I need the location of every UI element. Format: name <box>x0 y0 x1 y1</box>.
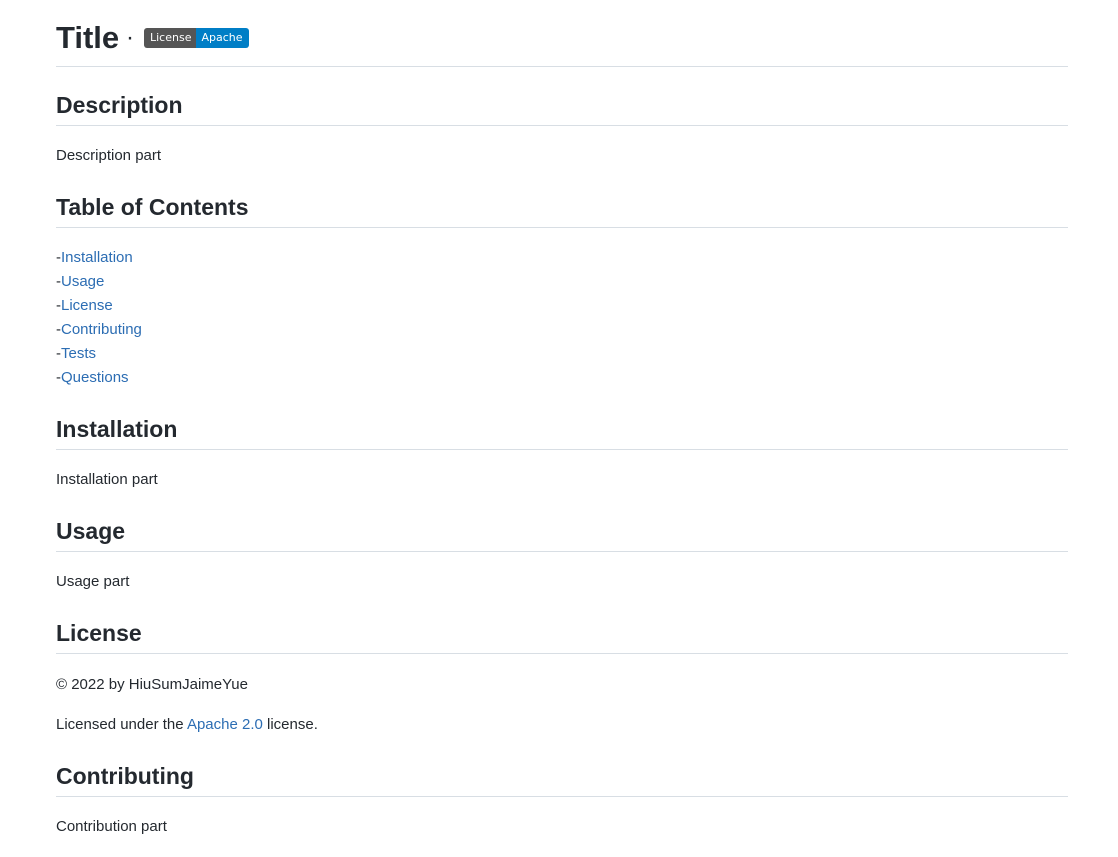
contributing-text: Contribution part <box>56 818 167 835</box>
title-header: Title · License Apache <box>56 14 1068 67</box>
description-heading: Description <box>56 90 1068 126</box>
description-text: Description part <box>56 147 162 164</box>
toc-link-questions[interactable]: Questions <box>61 369 129 386</box>
license-badge-label: License <box>144 28 197 48</box>
installation-heading: Installation <box>56 414 1068 450</box>
toc-link-installation[interactable]: Installation <box>61 249 133 266</box>
license-heading: License <box>56 618 1068 654</box>
usage-text: Usage part <box>56 573 130 590</box>
toc-item-questions: -Questions <box>56 368 129 388</box>
toc-link-usage[interactable]: Usage <box>61 273 104 290</box>
toc-link-license[interactable]: License <box>61 297 113 314</box>
toc-item-license: -License <box>56 296 113 316</box>
toc-link-tests[interactable]: Tests <box>61 345 96 362</box>
license-copyright: © 2022 by HiuSumJaimeYue <box>56 676 248 693</box>
license-badge[interactable]: License Apache <box>144 28 249 48</box>
contributing-heading: Contributing <box>56 761 1068 797</box>
license-statement: Licensed under the Apache 2.0 license. <box>56 715 318 735</box>
page-title: Title <box>56 20 120 55</box>
toc-item-contributing: -Contributing <box>56 320 142 340</box>
title-separator: · <box>126 24 134 51</box>
toc-item-installation: -Installation <box>56 248 133 268</box>
license-badge-value: Apache <box>196 28 249 48</box>
toc-item-usage: -Usage <box>56 272 104 292</box>
license-statement-suffix: license. <box>262 716 318 733</box>
apache-license-link[interactable]: Apache 2.0 <box>187 716 263 733</box>
toc-link-contributing[interactable]: Contributing <box>61 321 142 338</box>
toc-heading: Table of Contents <box>56 192 1068 228</box>
installation-text: Installation part <box>56 471 158 488</box>
toc-item-tests: -Tests <box>56 344 96 364</box>
license-statement-prefix: Licensed under the <box>56 716 187 733</box>
usage-heading: Usage <box>56 516 1068 552</box>
